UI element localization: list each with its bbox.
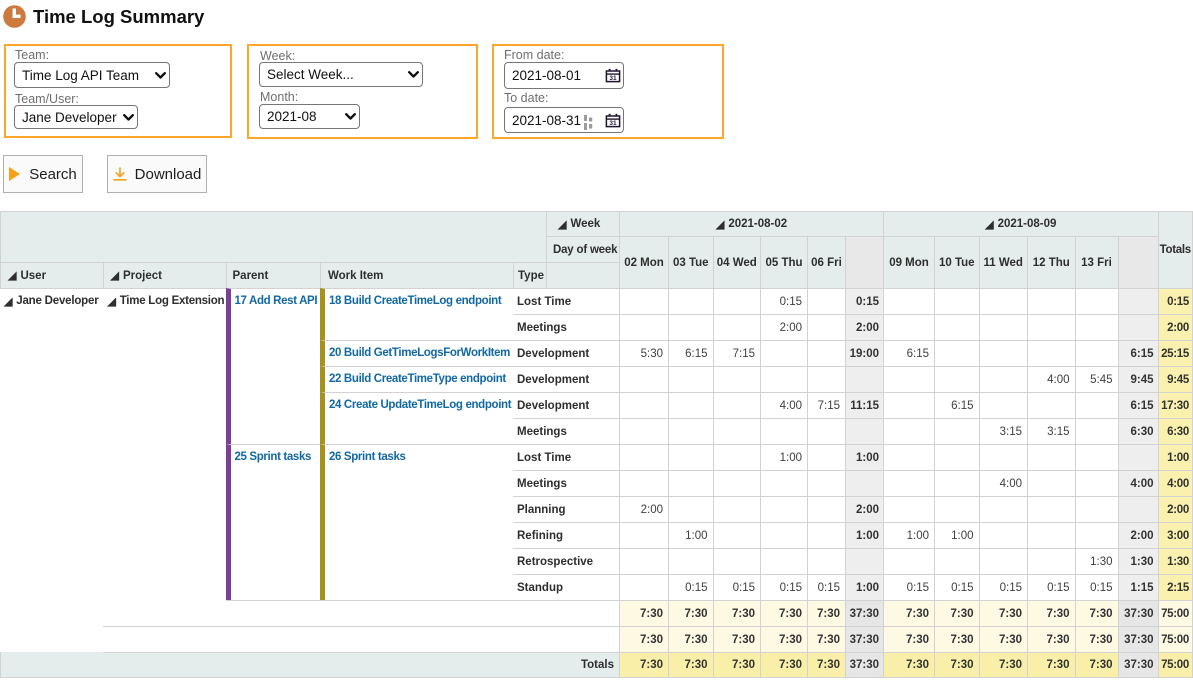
svg-text:31: 31 xyxy=(609,120,617,127)
svg-text:31: 31 xyxy=(609,75,617,82)
